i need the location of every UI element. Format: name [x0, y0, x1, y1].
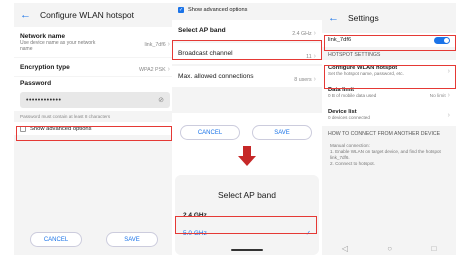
max-connections-value: 8 users [294, 76, 312, 83]
data-limit-sub: 0 B of mobile data used [328, 93, 377, 98]
header: ← Settings [322, 3, 456, 33]
chevron-right-icon: › [447, 111, 450, 119]
eye-off-icon[interactable]: ⊘ [158, 96, 164, 104]
back-arrow-icon[interactable]: ← [328, 12, 339, 24]
home-circle-icon[interactable]: ○ [387, 244, 392, 253]
save-button[interactable]: SAVE [252, 125, 312, 140]
ap-band-row[interactable]: Select AP band 2.4 GHz › [172, 20, 322, 41]
advanced-label: Show advanced options [188, 7, 248, 13]
ap-band-sheet: Select AP band 2.4 GHz 5.0 GHz ✓ [175, 175, 319, 255]
network-name-value: link_7df6 [144, 42, 166, 48]
chevron-right-icon: › [167, 41, 170, 48]
max-connections-label: Max. allowed connections [178, 73, 254, 80]
chevron-right-icon: › [167, 66, 170, 73]
header: ← Configure WLAN hotspot [14, 3, 176, 27]
ap-band-value: 2.4 GHz [292, 30, 312, 37]
highlight-box [324, 65, 456, 89]
home-indicator [231, 249, 263, 251]
nav-bar: ◁ ○ □ [322, 241, 456, 255]
highlight-box [175, 216, 317, 234]
section-connect: HOW TO CONNECT FROM ANOTHER DEVICE [328, 130, 441, 137]
save-button[interactable]: SAVE [106, 232, 158, 247]
password-label-row: Password [14, 77, 176, 90]
check-icon[interactable]: ✓ [178, 7, 184, 13]
instructions-line-3: 2. Connect to hotspot. [330, 161, 375, 166]
page-title: Settings [348, 13, 379, 23]
max-connections-row[interactable]: Max. allowed connections 8 users › [172, 66, 322, 87]
password-field-wrap: •••••••••••• ⊘ [14, 90, 176, 111]
back-triangle-icon[interactable]: ◁ [342, 244, 348, 253]
password-dots: •••••••••••• [26, 96, 62, 104]
down-arrow-shaft [243, 146, 251, 156]
password-field[interactable]: •••••••••••• ⊘ [20, 92, 170, 108]
highlight-box [324, 35, 456, 51]
data-limit-value: No limit [429, 94, 446, 99]
back-arrow-icon[interactable]: ← [20, 9, 31, 21]
chevron-right-icon: › [447, 92, 450, 99]
cancel-button[interactable]: CANCEL [180, 125, 240, 140]
cancel-button[interactable]: CANCEL [30, 232, 82, 247]
advanced-toggle-row[interactable]: ✓ Show advanced options [172, 3, 322, 17]
network-name-hint: Use device name as your network name [20, 39, 96, 52]
device-list-sub: 0 devices connected [328, 115, 370, 120]
encryption-label: Encryption type [20, 63, 70, 71]
instructions-line-2: 1. Enable WLAN on target device, and fin… [330, 149, 441, 160]
highlight-box [16, 126, 172, 141]
device-list-row[interactable]: Device list 0 devices connected › [322, 104, 456, 126]
recents-square-icon[interactable]: □ [431, 244, 436, 253]
highlight-box [172, 40, 322, 60]
chevron-right-icon: › [313, 29, 316, 37]
page-title: Configure WLAN hotspot [40, 10, 135, 20]
instructions: Manual connection: 1. Enable WLAN on tar… [322, 139, 456, 171]
network-name-label: Network name [20, 32, 66, 40]
encryption-row[interactable]: Encryption type WPA2 PSK › [14, 58, 176, 76]
network-name-row[interactable]: Network name Use device name as your net… [14, 27, 176, 57]
sheet-title: Select AP band [218, 190, 276, 200]
password-hint: Password must contain at least 8 charact… [20, 114, 111, 119]
password-label: Password [20, 80, 52, 87]
encryption-value: WPA2 PSK [138, 67, 166, 73]
ap-band-label: Select AP band [178, 27, 226, 34]
chevron-right-icon: › [313, 75, 316, 83]
down-arrow-icon [238, 156, 256, 166]
